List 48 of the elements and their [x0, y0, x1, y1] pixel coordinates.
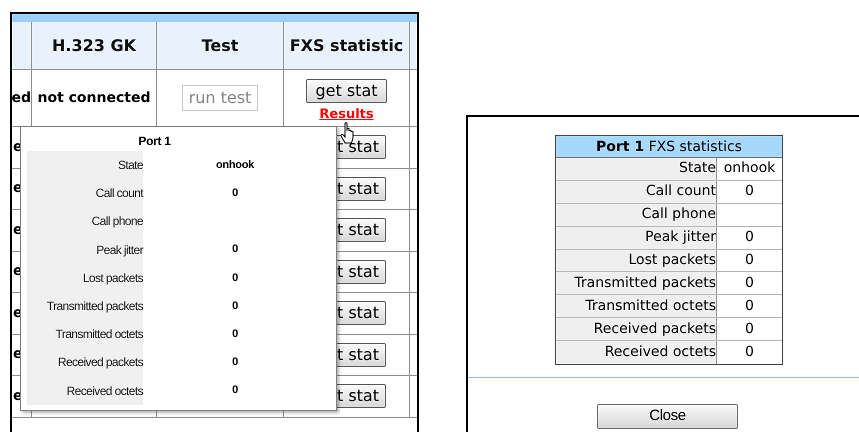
stat-value: onhook — [722, 159, 776, 178]
stat-value: 0 — [744, 274, 755, 293]
stat-value: 0 — [231, 186, 239, 202]
column-header: H.323 GK — [32, 22, 157, 69]
stat-value: 0 — [744, 251, 755, 270]
stat-value: 0 — [231, 326, 239, 342]
get-stat-button[interactable]: t stat — [336, 301, 386, 326]
stat-value: 0 — [744, 182, 755, 202]
stat-value: 0 — [231, 270, 239, 286]
stat-value: 0 — [744, 343, 755, 362]
stat-label: Transmitted packets — [556, 272, 717, 294]
stat-value: 0 — [744, 320, 755, 339]
stat-label: Call count — [556, 180, 717, 203]
stat-value: 0 — [231, 242, 239, 258]
stat-label: Received octets — [556, 341, 717, 364]
stat-label: Received octets — [27, 376, 143, 405]
results-link[interactable]: Results — [319, 105, 374, 124]
stat-label: Call phone — [27, 207, 143, 236]
stat-label: Transmitted octets — [556, 295, 717, 318]
stat-label: State — [27, 151, 143, 180]
stat-label: Received packets — [27, 348, 143, 376]
stat-label: Lost packets — [27, 264, 143, 292]
get-stat-button[interactable]: t stat — [336, 384, 386, 408]
stat-value: onhook — [214, 158, 256, 173]
stat-value: 0 — [231, 383, 239, 398]
popup-title: Port 1 — [137, 133, 172, 150]
stat-value: 0 — [744, 228, 755, 248]
get-stat-button[interactable]: t stat — [336, 342, 386, 367]
stat-label: Received packets — [556, 318, 717, 340]
stat-label: Peak jitter — [556, 226, 717, 249]
column-header: FXS statistic — [284, 22, 410, 69]
stat-label: Call phone — [556, 204, 717, 226]
get-stat-button[interactable]: get stat — [306, 79, 387, 103]
close-button[interactable]: Close — [597, 404, 738, 429]
column-header: Test — [157, 22, 284, 69]
stat-value: 0 — [744, 296, 755, 316]
stat-value: 0 — [231, 298, 239, 314]
stat-label: Transmitted octets — [27, 320, 143, 348]
stat-label: State — [556, 158, 717, 180]
get-stat-button[interactable]: t stat — [336, 218, 386, 242]
stat-label: Peak jitter — [27, 236, 143, 264]
get-stat-button[interactable]: t stat — [336, 260, 386, 284]
dialog-title: Port 1 FXS statistics — [556, 136, 782, 158]
stat-value: 0 — [231, 355, 239, 370]
stat-label: Lost packets — [556, 250, 717, 272]
get-stat-button[interactable]: t stat — [336, 176, 386, 201]
stat-label: Call count — [27, 179, 143, 208]
stat-label: Transmitted packets — [27, 292, 143, 320]
